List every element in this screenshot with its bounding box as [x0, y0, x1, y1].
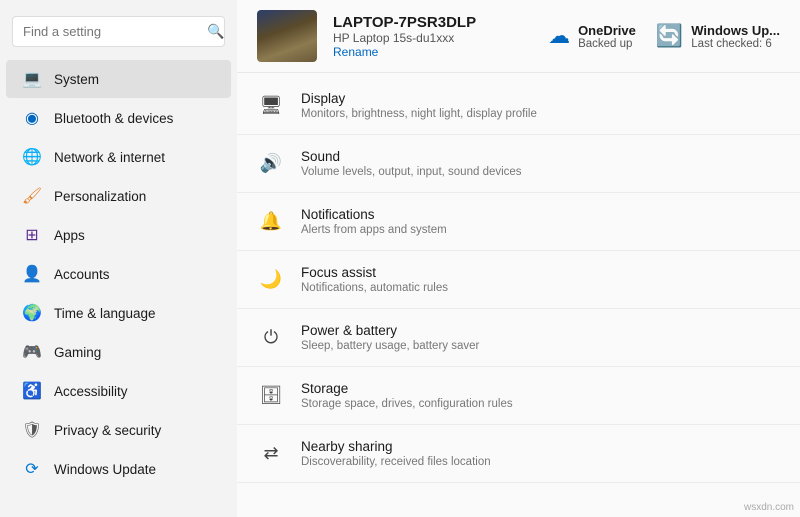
- device-header: LAPTOP-7PSR3DLP HP Laptop 15s-du1xxx Ren…: [237, 0, 800, 73]
- display-text: Display Monitors, brightness, night light…: [301, 91, 537, 120]
- sidebar-item-personalization[interactable]: 🖌 Personalization: [6, 177, 231, 215]
- notifications-text: Notifications Alerts from apps and system: [301, 207, 447, 236]
- sound-text: Sound Volume levels, output, input, sound…: [301, 149, 522, 178]
- storage-text: Storage Storage space, drives, configurat…: [301, 381, 513, 410]
- sidebar-item-label-personalization: Personalization: [54, 189, 146, 204]
- onedrive-status: Backed up: [578, 38, 636, 50]
- settings-item-display[interactable]: 🖥 Display Monitors, brightness, night ligh…: [237, 77, 800, 135]
- power-title: Power & battery: [301, 323, 479, 338]
- winupdate-widget[interactable]: 🔄 Windows Up... Last checked: 6: [656, 23, 780, 50]
- display-icon: 🖥: [257, 92, 285, 120]
- winupdate-status: Last checked: 6: [691, 38, 780, 50]
- gaming-nav-icon: 🎮: [22, 342, 42, 362]
- storage-subtitle: Storage space, drives, configuration rul…: [301, 398, 513, 410]
- notifications-title: Notifications: [301, 207, 447, 222]
- power-text: Power & battery Sleep, battery usage, bat…: [301, 323, 479, 352]
- onedrive-widget[interactable]: ☁ OneDrive Backed up: [548, 23, 636, 50]
- nearby-title: Nearby sharing: [301, 439, 491, 454]
- focus-title: Focus assist: [301, 265, 448, 280]
- winupdate-text: Windows Up... Last checked: 6: [691, 23, 780, 50]
- sidebar-item-privacy[interactable]: 🛡 Privacy & security: [6, 411, 231, 449]
- nearby-subtitle: Discoverability, received files location: [301, 456, 491, 468]
- sidebar-item-system[interactable]: 💻 System: [6, 60, 231, 98]
- sidebar-item-label-apps: Apps: [54, 228, 85, 243]
- nearby-icon: ⇄: [257, 440, 285, 468]
- sound-subtitle: Volume levels, output, input, sound devi…: [301, 166, 522, 178]
- accessibility-nav-icon: ♿: [22, 381, 42, 401]
- device-image: [257, 10, 317, 62]
- watermark: wsxdn.com: [744, 502, 794, 513]
- nearby-text: Nearby sharing Discoverability, received …: [301, 439, 491, 468]
- power-icon: ⏻: [257, 324, 285, 352]
- accounts-nav-icon: 👤: [22, 264, 42, 284]
- nav-list: 💻 System ◉ Bluetooth & devices 🌐 Network & in…: [0, 59, 237, 489]
- device-info: LAPTOP-7PSR3DLP HP Laptop 15s-du1xxx Ren…: [333, 14, 532, 59]
- onedrive-text: OneDrive Backed up: [578, 23, 636, 50]
- storage-icon: 🗄: [257, 382, 285, 410]
- search-bar[interactable]: 🔍: [12, 16, 225, 47]
- search-input[interactable]: [23, 24, 199, 39]
- sidebar-item-label-system: System: [54, 72, 99, 87]
- sidebar-item-label-time: Time & language: [54, 306, 156, 321]
- sidebar-item-accounts[interactable]: 👤 Accounts: [6, 255, 231, 293]
- sidebar: 🔍 💻 System ◉ Bluetooth & devices 🌐 Network & …: [0, 0, 237, 517]
- display-title: Display: [301, 91, 537, 106]
- device-model: HP Laptop 15s-du1xxx: [333, 31, 532, 45]
- privacy-nav-icon: 🛡: [22, 420, 42, 440]
- sidebar-item-network[interactable]: 🌐 Network & internet: [6, 138, 231, 176]
- settings-item-nearby[interactable]: ⇄ Nearby sharing Discoverability, received…: [237, 425, 800, 483]
- display-subtitle: Monitors, brightness, night light, displ…: [301, 108, 537, 120]
- sidebar-item-label-privacy: Privacy & security: [54, 423, 161, 438]
- sidebar-item-label-gaming: Gaming: [54, 345, 101, 360]
- system-nav-icon: 💻: [22, 69, 42, 89]
- winupdate-icon: 🔄: [656, 23, 683, 49]
- focus-subtitle: Notifications, automatic rules: [301, 282, 448, 294]
- sidebar-item-label-bluetooth: Bluetooth & devices: [54, 111, 173, 126]
- notifications-icon: 🔔: [257, 208, 285, 236]
- sound-title: Sound: [301, 149, 522, 164]
- sidebar-item-time[interactable]: 🌍 Time & language: [6, 294, 231, 332]
- apps-nav-icon: ⊞: [22, 225, 42, 245]
- power-subtitle: Sleep, battery usage, battery saver: [301, 340, 479, 352]
- sidebar-item-label-update: Windows Update: [54, 462, 156, 477]
- sidebar-item-gaming[interactable]: 🎮 Gaming: [6, 333, 231, 371]
- personalization-nav-icon: 🖌: [22, 186, 42, 206]
- onedrive-icon: ☁: [548, 23, 570, 49]
- update-nav-icon: ⟳: [22, 459, 42, 479]
- sidebar-item-apps[interactable]: ⊞ Apps: [6, 216, 231, 254]
- sidebar-item-label-network: Network & internet: [54, 150, 165, 165]
- focus-icon: 🌙: [257, 266, 285, 294]
- settings-item-focus[interactable]: 🌙 Focus assist Notifications, automatic ru…: [237, 251, 800, 309]
- notifications-subtitle: Alerts from apps and system: [301, 224, 447, 236]
- time-nav-icon: 🌍: [22, 303, 42, 323]
- settings-item-sound[interactable]: 🔊 Sound Volume levels, output, input, soun…: [237, 135, 800, 193]
- sidebar-item-label-accounts: Accounts: [54, 267, 110, 282]
- settings-list: 🖥 Display Monitors, brightness, night ligh…: [237, 73, 800, 487]
- main-content: LAPTOP-7PSR3DLP HP Laptop 15s-du1xxx Ren…: [237, 0, 800, 517]
- settings-item-notifications[interactable]: 🔔 Notifications Alerts from apps and syste…: [237, 193, 800, 251]
- sidebar-item-update[interactable]: ⟳ Windows Update: [6, 450, 231, 488]
- sidebar-item-label-accessibility: Accessibility: [54, 384, 128, 399]
- device-name: LAPTOP-7PSR3DLP: [333, 14, 532, 31]
- winupdate-title: Windows Up...: [691, 23, 780, 38]
- sound-icon: 🔊: [257, 150, 285, 178]
- onedrive-title: OneDrive: [578, 23, 636, 38]
- header-widgets: ☁ OneDrive Backed up 🔄 Windows Up... Las…: [548, 23, 780, 50]
- sidebar-item-bluetooth[interactable]: ◉ Bluetooth & devices: [6, 99, 231, 137]
- network-nav-icon: 🌐: [22, 147, 42, 167]
- rename-link[interactable]: Rename: [333, 45, 532, 59]
- focus-text: Focus assist Notifications, automatic rul…: [301, 265, 448, 294]
- bluetooth-nav-icon: ◉: [22, 108, 42, 128]
- storage-title: Storage: [301, 381, 513, 396]
- search-icon: 🔍: [207, 23, 224, 40]
- settings-item-storage[interactable]: 🗄 Storage Storage space, drives, configura…: [237, 367, 800, 425]
- settings-item-power[interactable]: ⏻ Power & battery Sleep, battery usage, ba…: [237, 309, 800, 367]
- sidebar-item-accessibility[interactable]: ♿ Accessibility: [6, 372, 231, 410]
